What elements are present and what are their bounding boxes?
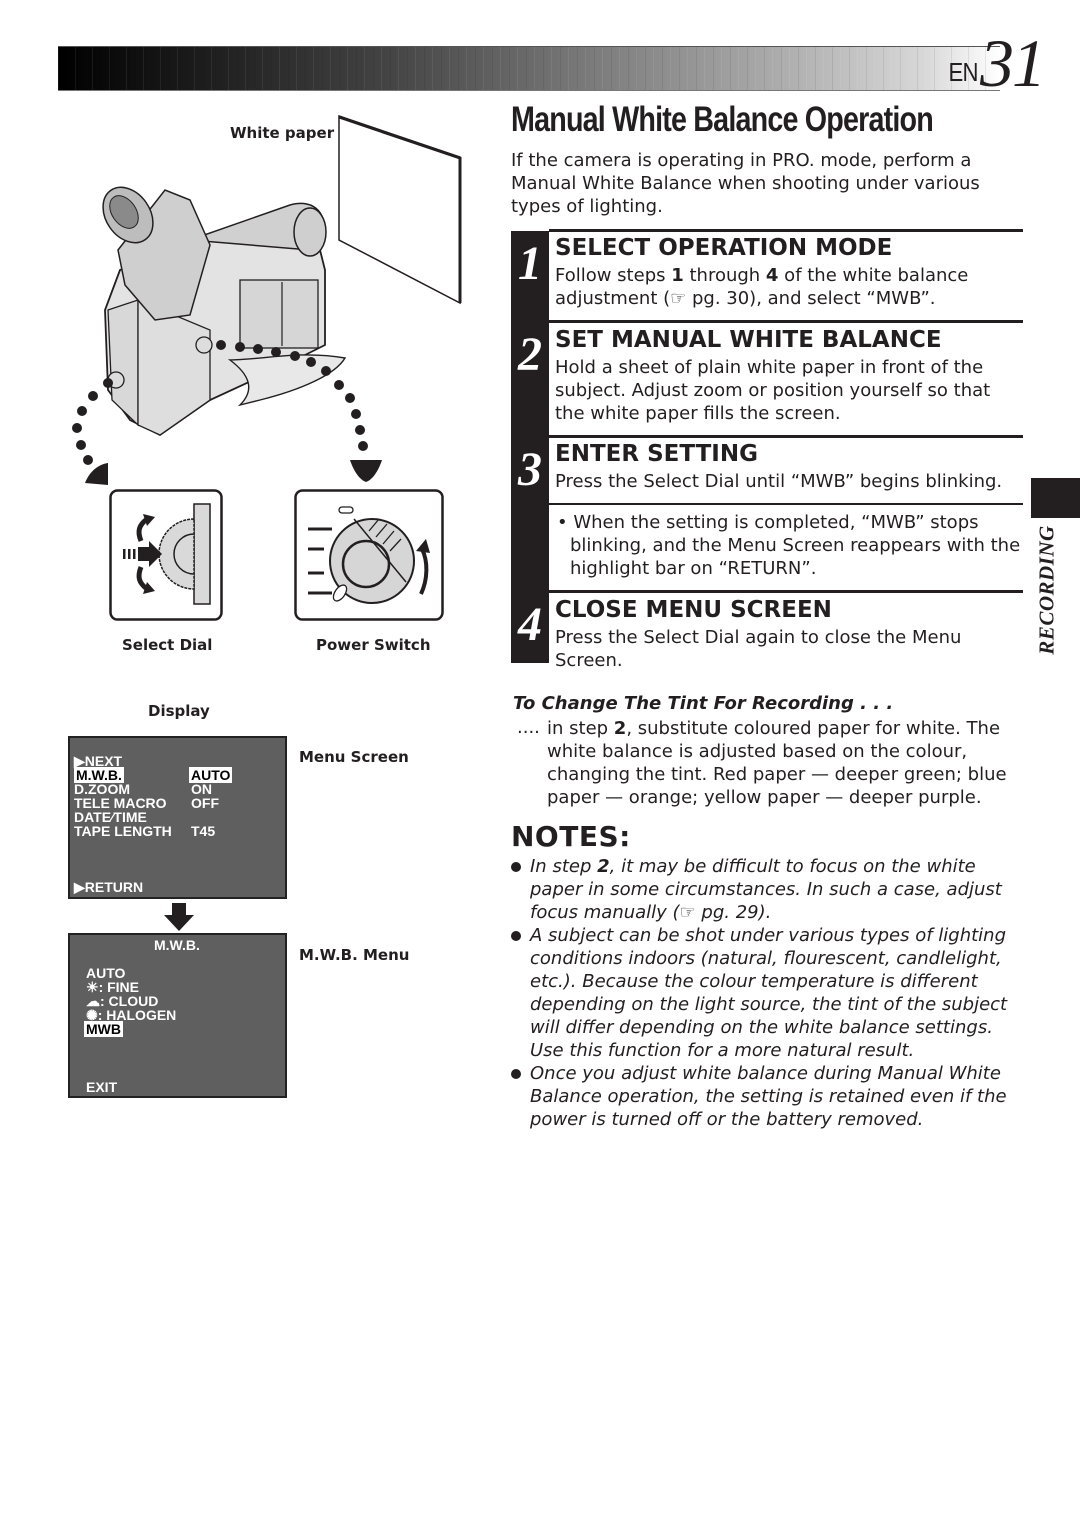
page-number: EN 31: [946, 25, 1046, 101]
step-divider: [549, 590, 1023, 593]
mwb-menu-title: M.W.B.: [154, 937, 200, 953]
step-number-3: 3: [518, 443, 542, 496]
step-number-1: 1: [518, 237, 542, 290]
step-divider-thin: [549, 503, 1023, 505]
section-tab-marker: [1031, 478, 1080, 518]
step-heading-4: CLOSE MENU SCREEN: [555, 597, 832, 623]
menu-row-telemacro-value: OFF: [191, 795, 219, 811]
select-dial-icon: [109, 489, 223, 621]
menu-row-tapelength-value: T45: [191, 823, 216, 839]
header-gradient-bar: [58, 46, 1000, 91]
step-heading-3: ENTER SETTING: [555, 441, 758, 467]
step-heading-1: SELECT OPERATION MODE: [555, 235, 893, 261]
mwb-menu-label: M.W.B. Menu: [299, 946, 410, 964]
page-number-value: 31: [980, 25, 1046, 101]
step-number-4: 4: [518, 598, 542, 651]
tint-leader-dots: ....: [517, 717, 540, 738]
step-3-bullet: • When the setting is completed, “MWB” s…: [557, 512, 1021, 579]
dotted-arrow-left: [72, 378, 113, 485]
step-number-2: 2: [518, 328, 542, 381]
power-switch-label: Power Switch: [316, 636, 431, 654]
note-item: In step 2, it may be difficult to focus …: [510, 855, 1030, 924]
bullet-icon: [511, 1069, 521, 1079]
step-body-3: Press the Select Dial until “MWB” begins…: [555, 471, 1003, 492]
page-lang-code: EN: [948, 57, 978, 87]
note-item: A subject can be shot under various type…: [510, 924, 1030, 1062]
step-body-4: Press the Select Dial again to close the…: [555, 627, 962, 671]
tint-heading: To Change The Tint For Recording . . .: [513, 693, 894, 714]
section-tab-label: RECORDING: [1034, 525, 1059, 655]
down-arrow-icon: [164, 903, 194, 931]
white-paper-sheet: [338, 114, 461, 305]
note-item: Once you adjust white balance during Man…: [510, 1062, 1030, 1131]
notes-list: In step 2, it may be difficult to focus …: [510, 855, 1030, 1131]
menu-row-tapelength: TAPE LENGTH: [74, 823, 172, 839]
mwb-menu-screen: M.W.B. AUTO ☀: FINE ☁: CLOUD ✺: HALOGEN …: [68, 933, 287, 1098]
select-dial-label: Select Dial: [122, 636, 213, 654]
step-heading-2: SET MANUAL WHITE BALANCE: [555, 327, 942, 353]
step-divider: [549, 320, 1023, 323]
intro-paragraph: If the camera is operating in PRO. mode,…: [511, 150, 980, 217]
step-divider: [549, 229, 1023, 232]
step-body-1: Follow steps 1 through 4 of the white ba…: [555, 265, 969, 309]
camcorder-illustration: [72, 114, 462, 485]
menu-screen: ▶NEXT M.W.B. AUTO D.ZOOM ON TELE MACRO O…: [68, 736, 287, 899]
page-title: Manual White Balance Operation: [511, 100, 934, 139]
step-body-2: Hold a sheet of plain white paper in fro…: [555, 357, 991, 424]
tint-body: in step 2, substitute coloured paper for…: [547, 718, 1007, 808]
power-switch-icon: [294, 489, 444, 621]
display-label: Display: [148, 702, 210, 720]
notes-heading: NOTES:: [511, 820, 631, 853]
section-tab: RECORDING: [1032, 520, 1062, 660]
menu-return: ▶RETURN: [74, 879, 144, 895]
menu-screen-label: Menu Screen: [299, 748, 409, 766]
bullet-icon: [511, 862, 521, 872]
mwb-exit: EXIT: [86, 1079, 118, 1095]
step-divider: [549, 435, 1023, 438]
mwb-item-mwb: MWB: [84, 1021, 123, 1037]
bullet-icon: [511, 931, 521, 941]
